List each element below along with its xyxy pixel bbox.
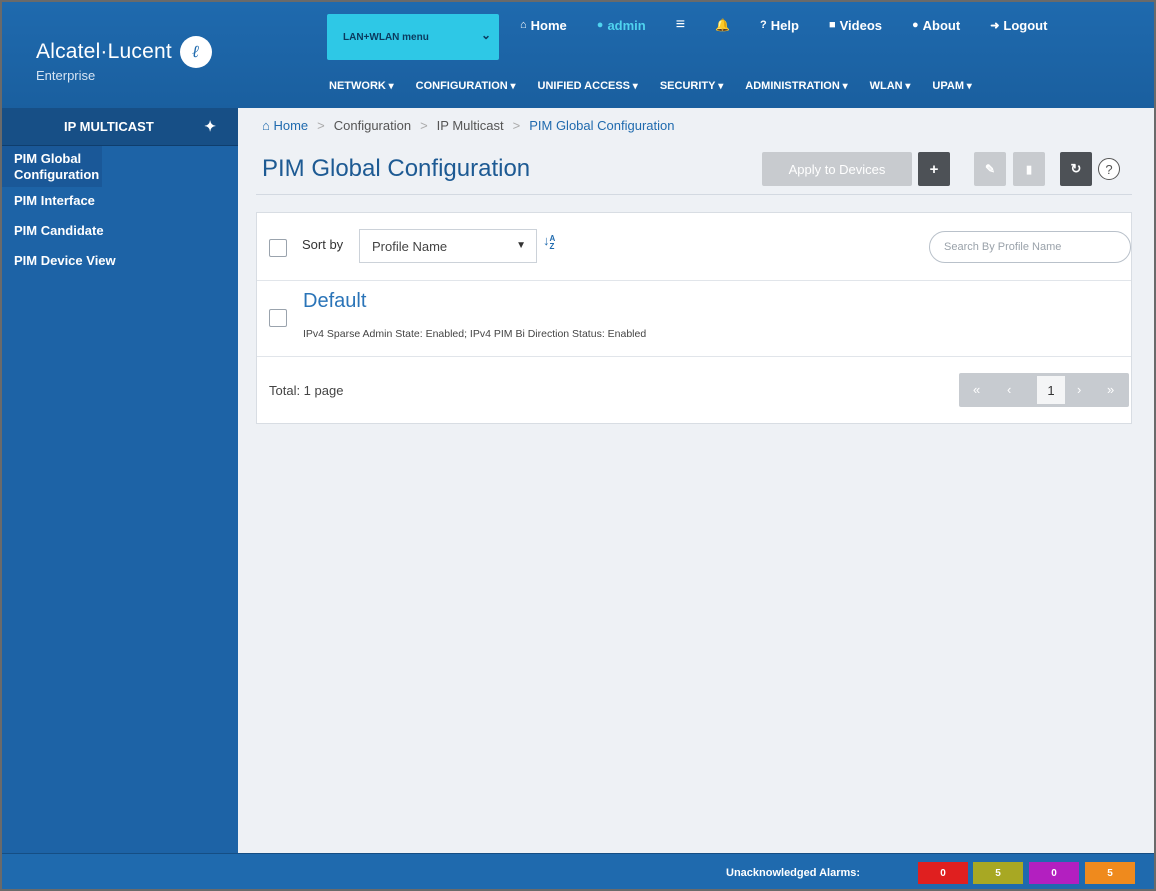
- nav-upam[interactable]: UPAM: [932, 80, 971, 92]
- nav-wlan[interactable]: WLAN: [870, 80, 911, 92]
- menu-select[interactable]: LAN+WLAN menu ⌄: [327, 14, 499, 60]
- breadcrumb: ⌂ Home > Configuration > IP Multicast > …: [262, 118, 674, 133]
- first-page-icon[interactable]: «: [973, 382, 980, 397]
- nav-network[interactable]: NETWORK: [329, 80, 394, 92]
- list-toolbar: Sort by Profile Name ▼ ↓A Z Search By Pro…: [257, 213, 1131, 281]
- alarm-major-badge[interactable]: 5: [973, 862, 1023, 884]
- help-button[interactable]: ?: [1098, 158, 1120, 180]
- caret-down-icon: ▼: [516, 240, 526, 251]
- prev-page-icon[interactable]: ‹: [1007, 382, 1011, 397]
- plus-icon: +: [929, 160, 939, 178]
- title-divider: [256, 194, 1132, 195]
- home-icon: ⌂: [520, 19, 527, 31]
- logo-mark-icon: ℓ: [179, 36, 212, 68]
- footer: Unacknowledged Alarms: 0 5 0 5: [2, 853, 1154, 889]
- breadcrumb-separator: >: [512, 118, 521, 133]
- header: Alcatel·Lucent ℓ Enterprise LAN+WLAN men…: [2, 2, 1154, 108]
- total-pages: Total: 1 page: [269, 383, 344, 398]
- sidebar-item-pim-global-configuration[interactable]: PIM Global Configuration: [2, 146, 102, 187]
- next-page-icon[interactable]: ›: [1077, 382, 1081, 397]
- user-icon: ●: [596, 19, 604, 31]
- alarm-critical-badge[interactable]: 0: [918, 862, 968, 884]
- breadcrumb-ip-multicast[interactable]: IP Multicast: [437, 118, 504, 133]
- list-icon: ≡: [675, 16, 686, 33]
- nav-security[interactable]: SECURITY: [660, 80, 723, 92]
- apply-to-devices-button[interactable]: Apply to Devices: [762, 152, 912, 186]
- sidebar-title: IP MULTICAST: [64, 119, 154, 134]
- edit-icon: ✎: [984, 162, 996, 176]
- alarms-label: Unacknowledged Alarms:: [726, 867, 861, 879]
- breadcrumb-current: PIM Global Configuration: [529, 118, 675, 133]
- sidebar: IP MULTICAST ✦ PIM Global Configuration …: [2, 108, 238, 853]
- main-content: ⌂ Home > Configuration > IP Multicast > …: [238, 108, 1154, 853]
- nav-unified-access[interactable]: UNIFIED ACCESS: [538, 80, 638, 92]
- profile-name[interactable]: Default: [303, 290, 366, 313]
- alarm-minor-badge[interactable]: 0: [1029, 862, 1079, 884]
- bell-icon: 🔔: [715, 18, 731, 32]
- toplink-videos[interactable]: ■ Videos: [829, 16, 882, 34]
- chevron-down-icon: ⌄: [480, 28, 491, 42]
- profile-list-panel: Sort by Profile Name ▼ ↓A Z Search By Pro…: [256, 212, 1132, 424]
- toplink-user[interactable]: ● admin: [597, 16, 646, 34]
- logo-name: Alcatel·Lucent: [36, 40, 172, 63]
- toplink-alerts[interactable]: 🔔: [715, 16, 730, 34]
- edit-button[interactable]: ✎: [974, 152, 1006, 186]
- sort-label: Sort by: [302, 237, 344, 252]
- logo: Alcatel·Lucent ℓ Enterprise: [36, 36, 212, 83]
- app-window: Alcatel·Lucent ℓ Enterprise LAN+WLAN men…: [0, 0, 1156, 891]
- trash-icon: ▮: [1025, 163, 1033, 176]
- toplink-home[interactable]: ⌂ Home: [520, 16, 567, 34]
- logo-subtitle: Enterprise: [36, 68, 96, 83]
- video-icon: ■: [828, 19, 836, 31]
- logout-icon: ➜: [990, 19, 1000, 32]
- search-input[interactable]: Search By Profile Name: [929, 231, 1131, 263]
- nav-administration[interactable]: ADMINISTRATION: [745, 80, 847, 92]
- sidebar-item-pim-interface[interactable]: PIM Interface: [2, 187, 238, 215]
- sort-az-icon[interactable]: ↓A Z: [543, 234, 555, 251]
- toplink-about[interactable]: ● About: [912, 16, 960, 34]
- refresh-button[interactable]: ↻: [1060, 152, 1092, 186]
- row-checkbox[interactable]: [269, 309, 287, 327]
- menu-select-value: LAN+WLAN menu: [343, 31, 429, 43]
- sort-select[interactable]: Profile Name ▼: [359, 229, 537, 263]
- page-title: PIM Global Configuration: [262, 155, 531, 182]
- last-page-icon[interactable]: »: [1107, 382, 1114, 397]
- home-icon: ⌂: [262, 118, 274, 133]
- question-icon: ?: [760, 19, 767, 31]
- top-links: ⌂ Home ● admin ≡ 🔔 ? Help ■ Videos ● About ➜ L…: [520, 16, 1047, 34]
- main-nav: NETWORK CONFIGURATION UNIFIED ACCESS SEC…: [329, 80, 994, 92]
- pin-icon[interactable]: ✦: [204, 118, 216, 135]
- alarm-warning-badge[interactable]: 5: [1085, 862, 1135, 884]
- breadcrumb-separator: >: [317, 118, 325, 133]
- current-page: 1: [1037, 376, 1065, 404]
- toplink-logout[interactable]: ➜ Logout: [990, 16, 1047, 34]
- breadcrumb-separator: >: [420, 118, 428, 133]
- nav-configuration[interactable]: CONFIGURATION: [416, 80, 516, 92]
- toplink-list[interactable]: ≡: [676, 16, 685, 34]
- toplink-help[interactable]: ? Help: [760, 16, 799, 34]
- breadcrumb-home[interactable]: ⌂ Home: [262, 118, 308, 133]
- info-icon: ●: [911, 19, 919, 31]
- sort-select-value: Profile Name: [372, 239, 448, 254]
- select-all-checkbox[interactable]: [269, 239, 287, 257]
- refresh-icon: ↻: [1070, 161, 1082, 176]
- sidebar-item-pim-candidate[interactable]: PIM Candidate: [2, 215, 238, 247]
- delete-button[interactable]: ▮: [1013, 152, 1045, 186]
- sidebar-item-pim-device-view[interactable]: PIM Device View: [2, 247, 238, 275]
- breadcrumb-configuration[interactable]: Configuration: [334, 118, 411, 133]
- sidebar-header: IP MULTICAST ✦: [2, 108, 238, 146]
- list-item[interactable]: Default IPv4 Sparse Admin State: Enabled…: [257, 282, 1131, 357]
- pagination: « ‹ 1 › »: [959, 373, 1129, 407]
- add-button[interactable]: +: [918, 152, 950, 186]
- profile-description: IPv4 Sparse Admin State: Enabled; IPv4 P…: [303, 328, 647, 340]
